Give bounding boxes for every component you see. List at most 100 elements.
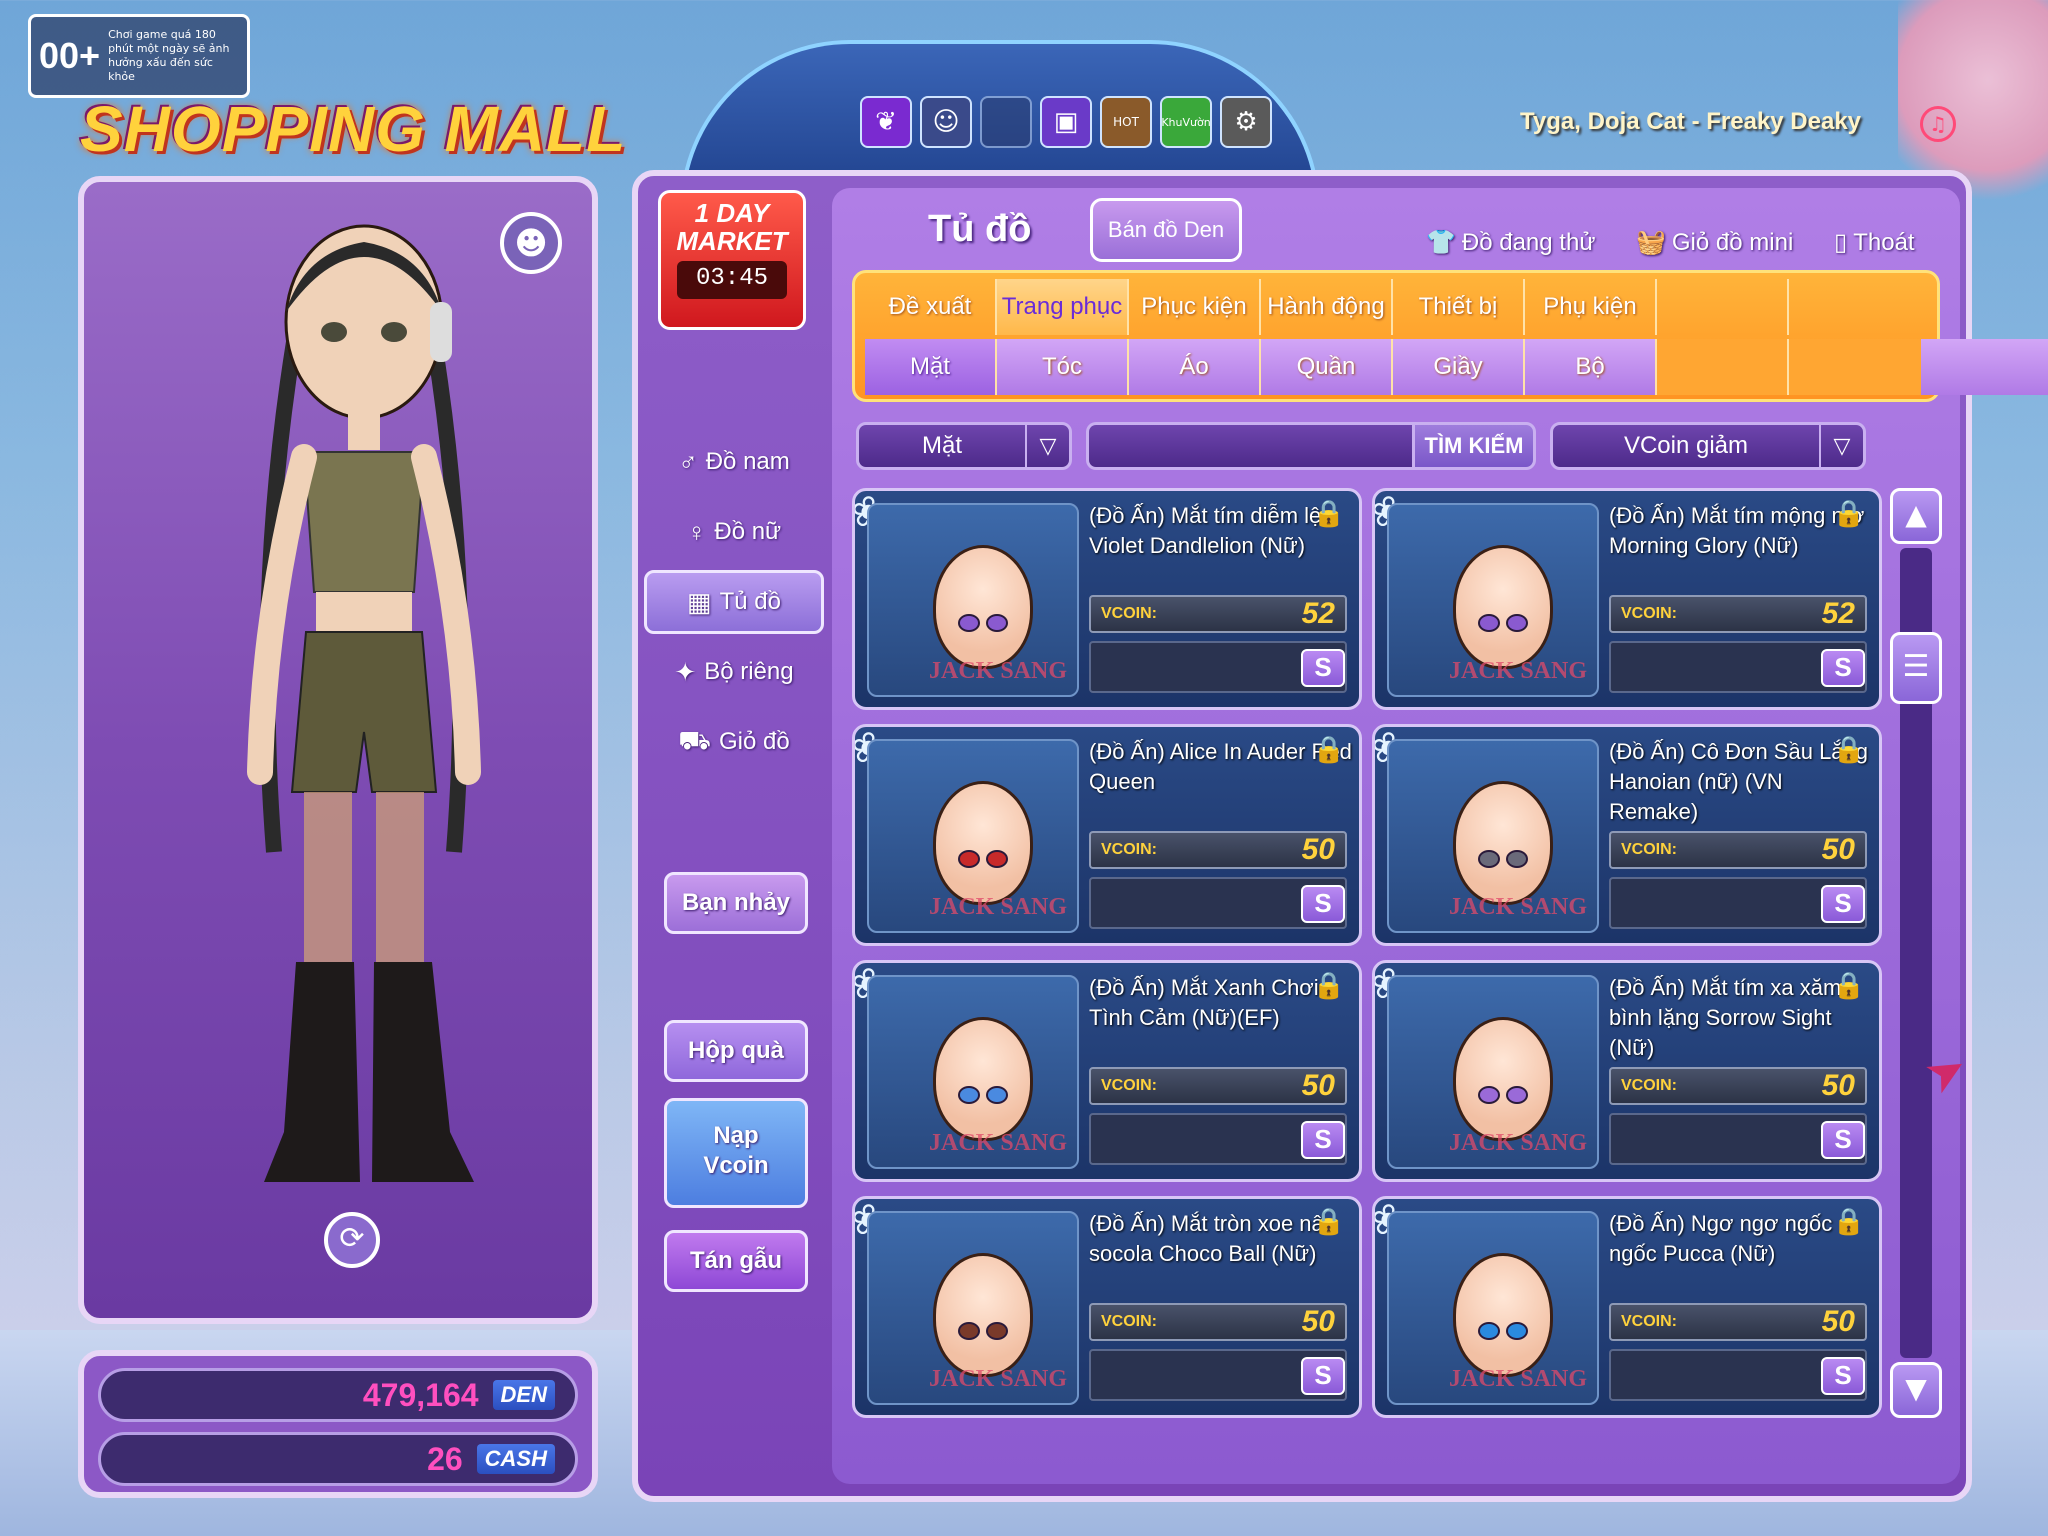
side-item-female[interactable]: ♀ Đồ nữ — [644, 500, 824, 564]
mini-cart-link[interactable]: 🧺 Giỏ đồ mini — [1636, 228, 1793, 257]
right-eye — [1506, 614, 1528, 632]
item-thumbnail[interactable]: JACK SANG — [1387, 503, 1599, 697]
set-icon: ✦ — [674, 656, 697, 687]
item-scrollbar[interactable]: ▲ ☰ ▼ — [1890, 488, 1942, 1418]
side-item-set[interactable]: ✦ Bộ riêng — [644, 640, 824, 704]
trying-label: Đồ đang thử — [1461, 229, 1596, 256]
left-eye — [1478, 1322, 1500, 1340]
item-select-button[interactable]: S — [1301, 885, 1345, 923]
tab-suggested[interactable]: Đề xuất — [865, 279, 997, 335]
side-item-male[interactable]: ♂ Đồ nam — [644, 430, 824, 494]
scroll-down-icon[interactable]: ▼ — [1890, 1362, 1942, 1418]
item-select-button[interactable]: S — [1821, 649, 1865, 687]
basket-icon: 🧺 — [1636, 229, 1666, 256]
price-amount: 50 — [1821, 1305, 1855, 1338]
price-amount: 50 — [1301, 1305, 1335, 1338]
item-thumbnail[interactable]: JACK SANG — [1387, 975, 1599, 1169]
item-thumbnail[interactable]: JACK SANG — [867, 975, 1079, 1169]
scroll-up-icon[interactable]: ▲ — [1890, 488, 1942, 544]
avatar-character[interactable] — [224, 192, 504, 1222]
left-eye — [958, 850, 980, 868]
subtab-set[interactable]: Bộ — [1525, 339, 1657, 395]
item-thumbnail[interactable]: JACK SANG — [1387, 739, 1599, 933]
subtab-hair[interactable]: Tóc — [997, 339, 1129, 395]
tab-actions[interactable]: Hành động — [1261, 279, 1393, 335]
item-card[interactable]: ❀ JACK SANG (Đồ Ấn) Mắt Xanh Chơi Tình C… — [852, 960, 1362, 1182]
item-thumbnail[interactable]: JACK SANG — [867, 503, 1079, 697]
pet-icon[interactable]: ☺ — [920, 96, 972, 148]
sell-den-button[interactable]: Bán đồ Den — [1090, 198, 1242, 262]
face-preview — [933, 781, 1033, 905]
face-preview — [1453, 545, 1553, 669]
settings-icon[interactable]: ⚙ — [1220, 96, 1272, 148]
profile-icon[interactable]: ☻ — [500, 212, 562, 274]
item-select-button[interactable]: S — [1301, 1357, 1345, 1395]
search-input[interactable] — [1086, 422, 1412, 470]
price-currency: VCOIN: — [1621, 1077, 1677, 1094]
butterfly-icon[interactable]: ❦ — [860, 96, 912, 148]
avatar-preview-panel: ☻ ⟳ — [78, 176, 598, 1324]
topup-vcoin-button[interactable]: Nạp Vcoin — [664, 1098, 808, 1208]
garden-label: KhuVườn — [1161, 115, 1211, 129]
main-tab-row: Đề xuất Trang phục Phục kiện Hành động T… — [865, 279, 1921, 335]
subtab-shoes[interactable]: Giầy — [1393, 339, 1525, 395]
item-select-button[interactable]: S — [1301, 1121, 1345, 1159]
search-button[interactable]: TÌM KIẾM — [1412, 422, 1536, 470]
side-item-cart[interactable]: ⛟ Giỏ đồ — [644, 710, 824, 774]
music-icon[interactable]: ♫ — [1920, 106, 1956, 142]
item-thumbnail[interactable]: JACK SANG — [867, 1211, 1079, 1405]
item-card[interactable]: ❀ JACK SANG (Đồ Ấn) Ngơ ngơ ngốc ngốc Pu… — [1372, 1196, 1882, 1418]
subtab-pants[interactable]: Quần — [1261, 339, 1393, 395]
price-amount: 50 — [1301, 833, 1335, 866]
brand-watermark: JACK SANG — [929, 894, 1068, 920]
gift-box-button[interactable]: Hộp quà — [664, 1020, 808, 1082]
dance-partner-button[interactable]: Bạn nhảy — [664, 872, 808, 934]
tab-devices[interactable]: Thiết bị — [1393, 279, 1525, 335]
tab-revival[interactable]: Phục kiện — [1129, 279, 1261, 335]
one-day-market-button[interactable]: 1 DAY MARKET 03:45 — [658, 190, 806, 330]
price-currency: VCOIN: — [1101, 841, 1157, 858]
price-amount: 52 — [1301, 597, 1335, 630]
brand-watermark: JACK SANG — [929, 1130, 1068, 1156]
item-price: VCOIN: 50 — [1089, 831, 1347, 869]
sort-select[interactable]: VCoin giảm ▽ — [1550, 422, 1866, 470]
exit-link[interactable]: ▯ Thoát — [1834, 228, 1915, 257]
price-amount: 52 — [1821, 597, 1855, 630]
item-card[interactable]: ❀ JACK SANG (Đồ Ấn) Alice In Auder Red Q… — [852, 724, 1362, 946]
tab-empty-2 — [1789, 279, 1921, 335]
item-select-button[interactable]: S — [1821, 1357, 1865, 1395]
hot-chest-icon[interactable]: HOT — [1100, 96, 1152, 148]
face-preview — [1453, 1017, 1553, 1141]
scroll-thumb[interactable]: ☰ — [1890, 632, 1942, 704]
price-currency: VCOIN: — [1621, 605, 1677, 622]
category-select[interactable]: Mặt ▽ — [856, 422, 1072, 470]
garden-icon[interactable]: KhuVườn — [1160, 96, 1212, 148]
item-thumbnail[interactable]: JACK SANG — [867, 739, 1079, 933]
side-item-wardrobe[interactable]: ▦ Tủ đồ — [644, 570, 824, 634]
subtab-face[interactable]: Mặt — [865, 339, 997, 395]
tv-icon[interactable]: ▣ — [1040, 96, 1092, 148]
item-card[interactable]: ❀ JACK SANG (Đồ Ấn) Cô Đơn Sầu Lắng Hano… — [1372, 724, 1882, 946]
item-thumbnail[interactable]: JACK SANG — [1387, 1211, 1599, 1405]
filter-bar: Mặt ▽ TÌM KIẾM VCoin giảm ▽ — [856, 422, 1866, 470]
item-select-button[interactable]: S — [1821, 885, 1865, 923]
item-select-button[interactable]: S — [1301, 649, 1345, 687]
cart-icon: ⛟ — [678, 724, 711, 755]
wardrobe-icon: ▦ — [687, 586, 712, 617]
trying-items-link[interactable]: 👕 Đồ đang thử — [1426, 228, 1595, 257]
tab-outfit[interactable]: Trang phục — [997, 279, 1129, 335]
item-price: VCOIN: 50 — [1609, 1303, 1867, 1341]
right-eye — [986, 1322, 1008, 1340]
item-card[interactable]: ❀ JACK SANG (Đồ Ấn) Mắt tím xa xăm bình … — [1372, 960, 1882, 1182]
item-select-button[interactable]: S — [1821, 1121, 1865, 1159]
rotate-avatar-icon[interactable]: ⟳ — [324, 1212, 380, 1268]
tab-accessories[interactable]: Phụ kiện — [1525, 279, 1657, 335]
subtab-top[interactable]: Áo — [1129, 339, 1261, 395]
chat-button[interactable]: Tán gẫu — [664, 1230, 808, 1292]
item-card[interactable]: ❀ JACK SANG (Đồ Ấn) Mắt tím diễm lệ Viol… — [852, 488, 1362, 710]
den-balance: 479,164 DEN — [98, 1368, 578, 1422]
item-card[interactable]: ❀ JACK SANG (Đồ Ấn) Mắt tròn xoe nâu soc… — [852, 1196, 1362, 1418]
exit-label: Thoát — [1853, 229, 1915, 256]
item-card[interactable]: ❀ JACK SANG (Đồ Ấn) Mắt tím mộng mơ Morn… — [1372, 488, 1882, 710]
blank-slot-icon — [980, 96, 1032, 148]
